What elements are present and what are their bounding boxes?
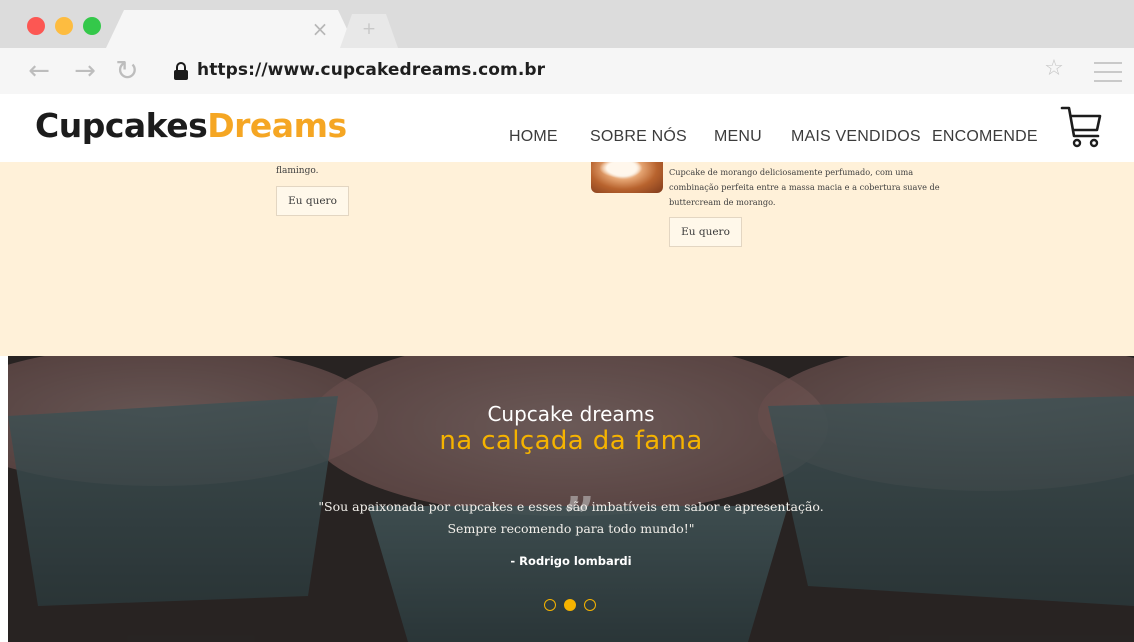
carousel-dot-1[interactable]: [544, 599, 556, 611]
maximize-window-button[interactable]: [83, 17, 101, 35]
minimize-window-button[interactable]: [55, 17, 73, 35]
browser-menu-icon[interactable]: [1094, 62, 1122, 82]
eu-quero-button[interactable]: Eu quero: [276, 186, 349, 216]
close-window-button[interactable]: [27, 17, 45, 35]
carousel-dot-3[interactable]: [584, 599, 596, 611]
shopping-cart-icon[interactable]: [1060, 102, 1104, 150]
main-nav: HOME SOBRE NÓS MENU MAIS VENDIDOS ENCOME…: [0, 128, 1134, 148]
testimonial-quote: "Sou apaixonada por cupcakes e esses são…: [8, 496, 1134, 540]
nav-menu[interactable]: MENU: [714, 128, 762, 146]
quote-line: "Sou apaixonada por cupcakes e esses são…: [318, 499, 824, 514]
browser-tab-bar: × +: [0, 0, 1134, 48]
testimonial-author: - Rodrigo lombardi: [510, 554, 632, 568]
products-section: flamingo. Eu quero Cupcake de morango de…: [0, 162, 1134, 356]
eu-quero-button[interactable]: Eu quero: [669, 217, 742, 247]
nav-mais-vendidos[interactable]: MAIS VENDIDOS: [791, 128, 921, 146]
forward-arrow-icon[interactable]: →: [70, 56, 100, 86]
back-arrow-icon[interactable]: ←: [24, 56, 54, 86]
lock-icon: [174, 62, 188, 80]
nav-encomende[interactable]: ENCOMENDE: [932, 128, 1038, 146]
nav-home[interactable]: HOME: [509, 128, 558, 146]
site-header: CupcakesDreams HOME SOBRE NÓS MENU MAIS …: [0, 94, 1134, 162]
nav-sobre-nos[interactable]: SOBRE NÓS: [590, 128, 687, 146]
product-description: Cupcake de morango deliciosamente perfum…: [669, 167, 940, 207]
strawberry-cupcake-image: [591, 162, 663, 193]
testimonial-subtitle: na calçada da fama: [439, 426, 703, 456]
plus-icon[interactable]: +: [360, 20, 378, 38]
reload-icon[interactable]: ↻: [112, 56, 142, 86]
quote-line: Sempre recomendo para todo mundo!": [447, 521, 695, 536]
carousel-indicators: [544, 599, 604, 613]
product-description: flamingo.: [276, 166, 319, 176]
browser-toolbar: ← → ↻ https://www.cupcakedreams.com.br: [0, 48, 1134, 94]
testimonial-title: Cupcake dreams: [487, 402, 655, 426]
close-tab-icon[interactable]: ×: [309, 18, 331, 40]
carousel-dot-2[interactable]: [564, 599, 576, 611]
bookmark-star-icon[interactable]: ☆: [1042, 57, 1066, 81]
address-bar[interactable]: https://www.cupcakedreams.com.br: [160, 54, 1080, 88]
url-text[interactable]: https://www.cupcakedreams.com.br: [197, 60, 545, 80]
testimonial-section: Cupcake dreams na calçada da fama ” "Sou…: [8, 356, 1134, 642]
